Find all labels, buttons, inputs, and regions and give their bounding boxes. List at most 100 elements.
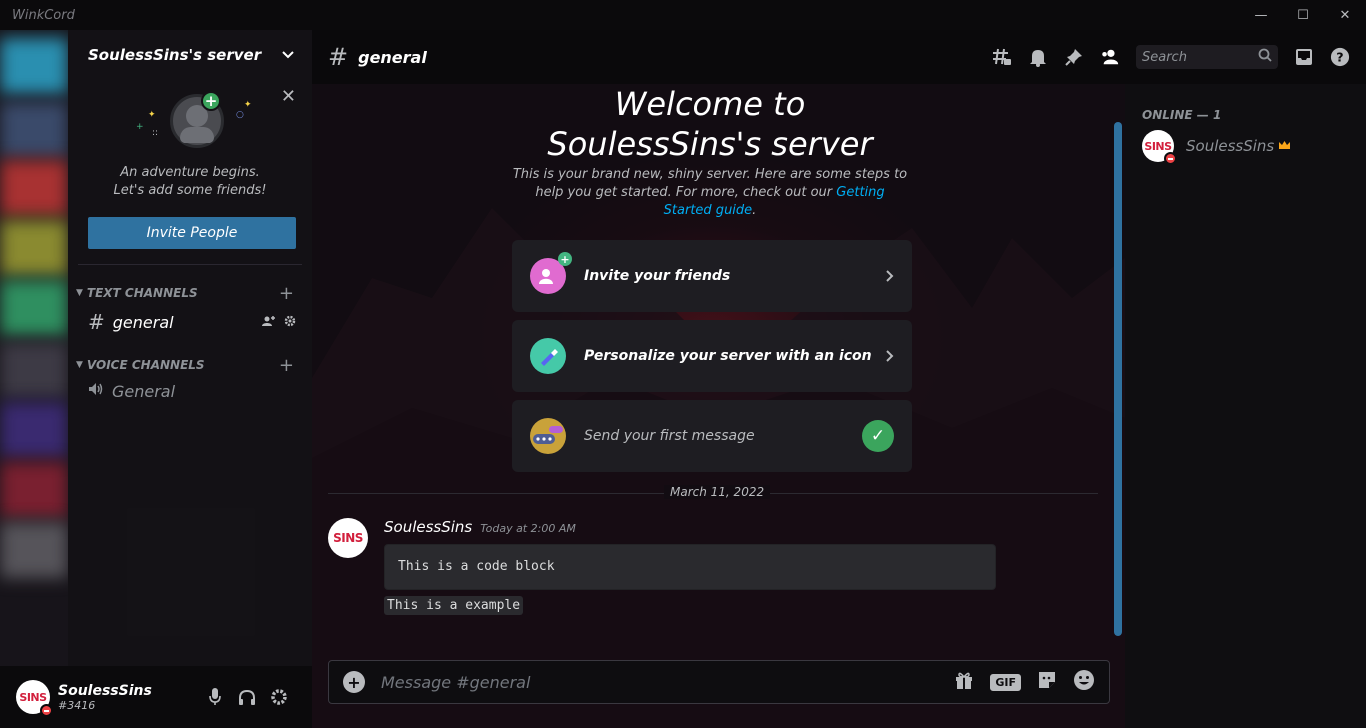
bell-icon[interactable] (1028, 47, 1048, 67)
gif-button[interactable]: GIF (990, 673, 1021, 691)
create-invite-icon[interactable] (262, 315, 276, 330)
server-rail (0, 30, 68, 666)
add-friends-card: ✦ + :: ○ ✦ + ✕ An adventure begins. Let'… (68, 80, 312, 264)
dnd-status-icon (1164, 152, 1177, 165)
crown-icon (1278, 139, 1291, 153)
message-author[interactable]: SoulessSins (384, 518, 472, 536)
step-invite-friends[interactable]: + Invite your friends (512, 240, 912, 312)
help-icon[interactable]: ? (1330, 47, 1350, 67)
server-icon[interactable] (0, 280, 68, 336)
server-icon[interactable] (0, 102, 68, 158)
chat-bubble-icon (530, 418, 566, 454)
avatar[interactable]: SINS (328, 518, 368, 558)
chevron-right-icon (886, 347, 894, 366)
voice-channel-general[interactable]: General (80, 377, 304, 405)
scrollbar-thumb[interactable] (1114, 122, 1122, 636)
message-composer[interactable]: + Message #general GIF (328, 660, 1110, 704)
dnd-status-icon (40, 704, 53, 717)
sticker-icon[interactable] (1037, 670, 1057, 694)
step-label: Send your first message (584, 428, 755, 444)
chevron-down-icon (282, 47, 294, 63)
adventure-line-1: An adventure begins. (120, 165, 260, 180)
server-icon[interactable] (0, 220, 68, 276)
emoji-icon[interactable] (1073, 669, 1095, 695)
user-controls (206, 688, 288, 706)
server-icon[interactable] (0, 342, 68, 398)
close-button[interactable]: ✕ (1324, 0, 1366, 30)
server-name: SoulessSins's server (88, 46, 262, 64)
search-icon (1258, 48, 1272, 66)
invite-people-button[interactable]: Invite People (88, 217, 296, 249)
step-label: Invite your friends (584, 268, 731, 284)
welcome-subtitle-end: . (752, 203, 757, 218)
gift-icon[interactable] (954, 670, 974, 694)
user-names: SoulessSins #3416 (58, 683, 206, 712)
step-personalize-icon[interactable]: Personalize your server with an icon (512, 320, 912, 392)
attach-plus-icon[interactable]: + (343, 671, 365, 693)
channel-item-general[interactable]: # general (80, 307, 304, 337)
category-text-channels[interactable]: ▼ TEXT CHANNELS + (68, 283, 312, 304)
avatar[interactable]: SINS (16, 680, 53, 717)
adventure-line-2: Let's add some friends! (113, 183, 267, 198)
microphone-icon[interactable] (206, 688, 224, 706)
caret-down-icon: ▼ (76, 360, 83, 370)
avatar-logo: SINS (19, 690, 47, 704)
welcome-subtitle: This is your brand new, shiny server. He… (512, 166, 908, 220)
pin-icon[interactable] (1064, 47, 1084, 67)
sparkle-icon: + (136, 122, 144, 132)
message-input[interactable]: Message #general (381, 673, 954, 692)
member-list: ONLINE — 1 SINS SoulessSins (1125, 84, 1366, 728)
paintbrush-icon (530, 338, 566, 374)
channel-name: general (112, 312, 174, 332)
maximize-button[interactable]: ☐ (1282, 0, 1324, 30)
member-item[interactable]: SINS SoulessSins (1142, 130, 1291, 165)
member-list-icon[interactable] (1100, 47, 1120, 67)
category-label: TEXT CHANNELS (86, 286, 198, 300)
add-channel-icon[interactable]: + (279, 355, 294, 376)
minimize-button[interactable]: — (1240, 0, 1282, 30)
message-header: SoulessSins Today at 2:00 AM (384, 518, 576, 536)
header-toolbar: Search ? (992, 45, 1350, 69)
sparkle-icon: ✦ (244, 100, 252, 110)
welcome-title-line-2: SoulessSins's server (547, 125, 873, 163)
server-icon[interactable] (0, 38, 68, 94)
composer-tools: GIF (954, 669, 1095, 695)
app-window: WinkCord — ☐ ✕ SoulessSins's server ✦ + … (0, 0, 1366, 728)
channel-header: # general Search ? (312, 30, 1366, 84)
search-input[interactable]: Search (1136, 45, 1278, 69)
sparkle-icon: :: (152, 128, 159, 138)
welcome-title: Welcome to SoulessSins's server (312, 84, 1108, 164)
close-icon[interactable]: ✕ (281, 86, 296, 107)
message-timestamp: Today at 2:00 AM (480, 522, 576, 535)
server-header[interactable]: SoulessSins's server (68, 30, 312, 80)
gear-icon[interactable] (284, 315, 296, 330)
threads-icon[interactable] (992, 47, 1012, 67)
inbox-icon[interactable] (1294, 47, 1314, 67)
user-settings-gear-icon[interactable] (270, 688, 288, 706)
title-bar: WinkCord — ☐ ✕ (0, 0, 1366, 30)
step-label: Personalize your server with an icon (584, 348, 872, 364)
caret-down-icon: ▼ (76, 288, 83, 298)
inline-code: This is a example (384, 596, 524, 615)
scrollbar[interactable] (1114, 122, 1122, 636)
headphones-icon[interactable] (238, 688, 256, 706)
category-voice-channels[interactable]: ▼ VOICE CHANNELS + (68, 355, 312, 376)
server-icon[interactable] (0, 522, 68, 578)
username: SoulessSins (58, 682, 152, 699)
invite-friends-icon: + (530, 252, 572, 294)
user-tag: #3416 (58, 698, 96, 712)
server-icon[interactable] (0, 462, 68, 518)
hash-icon: # (88, 310, 105, 334)
server-icon[interactable] (0, 402, 68, 458)
category-label: VOICE CHANNELS (86, 358, 205, 372)
server-icon[interactable] (0, 160, 68, 216)
search-placeholder: Search (1142, 49, 1187, 65)
step-send-message[interactable]: Send your first message ✓ (512, 400, 912, 472)
add-channel-icon[interactable]: + (279, 283, 294, 304)
channel-tools (262, 315, 296, 330)
svg-text:?: ? (1336, 50, 1343, 65)
chat-area: Welcome to SoulessSins's server This is … (312, 30, 1125, 728)
avatar-logo: SINS (1144, 139, 1172, 153)
channel-name: General (112, 381, 176, 401)
member-name: SoulessSins (1186, 137, 1275, 155)
